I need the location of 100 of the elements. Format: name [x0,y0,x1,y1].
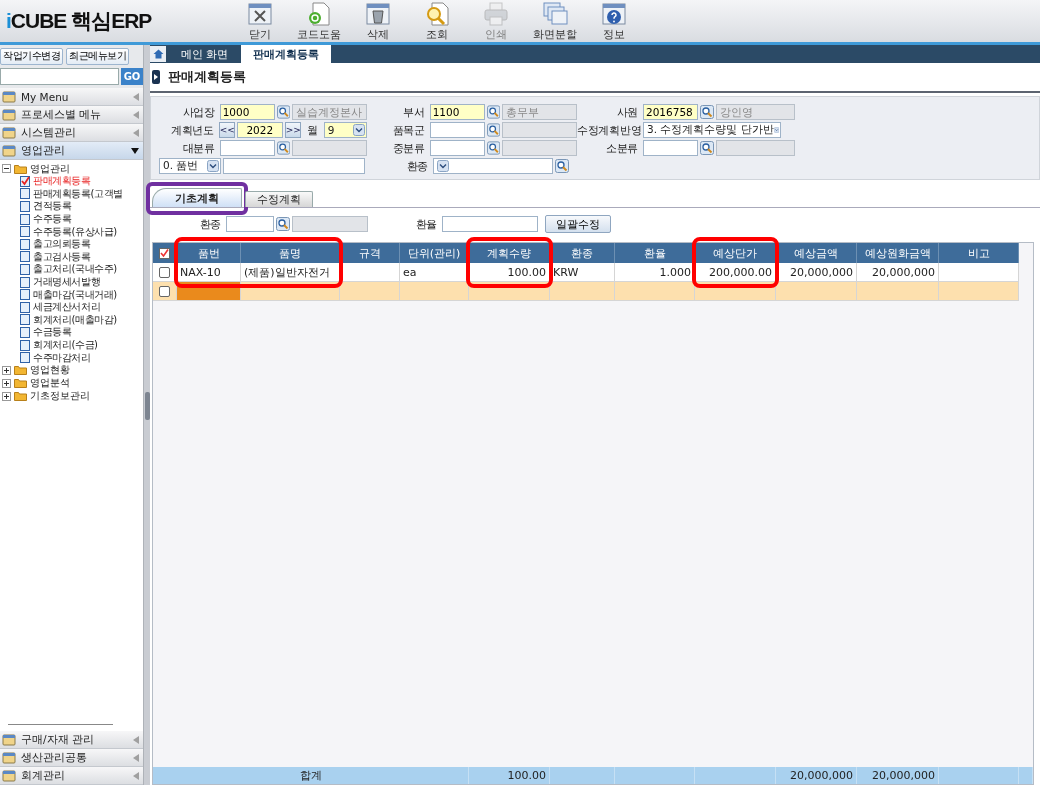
menu-section[interactable]: My Menu [0,88,143,106]
column-header[interactable]: 규격 [340,243,400,263]
tree-item[interactable]: 수주등록 [2,212,143,226]
code-field[interactable] [219,140,275,156]
column-header[interactable]: 예상금액 [776,243,857,263]
column-header[interactable]: 품번 [177,243,241,263]
search-type-select[interactable]: 0. 품번 [159,158,221,174]
next-button[interactable]: >> [284,122,301,138]
code-field[interactable] [429,122,485,138]
rate-field[interactable] [442,216,538,232]
toolbar-button[interactable]: 화면분할 [525,0,584,42]
tree-item[interactable]: 출고처리(국내수주) [2,263,143,276]
home-button[interactable] [150,46,166,62]
search-icon[interactable] [700,141,714,155]
code-field[interactable] [429,140,485,156]
menu-section[interactable]: 회계관리 [0,767,143,785]
splitter-handle[interactable] [144,392,150,420]
go-button[interactable]: GO [121,68,143,85]
menu-icon [2,90,16,103]
toolbar-button[interactable]: 삭제 [348,0,407,42]
menu-section[interactable]: 영업관리 [0,142,143,160]
expand-icon[interactable] [2,365,11,375]
expand-icon[interactable] [2,391,11,401]
toolbar-button[interactable]: 코드도움 [289,0,348,42]
option-select[interactable]: 3. 수정계획수량및 단가반 [643,122,781,138]
sidebar-button[interactable]: 작업기수변경 [0,48,63,65]
field-label: 사원 [615,104,639,120]
toolbar-button[interactable]: 정보 [584,0,643,42]
currency-field[interactable] [226,216,274,232]
tab[interactable]: 기초계획 [152,188,242,207]
column-header[interactable]: 품명 [241,243,340,263]
search-icon[interactable] [486,105,500,119]
search-icon[interactable] [276,141,290,155]
month-select[interactable]: 9 [323,122,367,138]
tree-item[interactable]: 판매계획등록(고객별 [2,187,143,201]
document-icon [20,251,30,263]
tab[interactable]: 판매계획등록 [240,45,331,63]
menu-search-field[interactable] [0,68,119,85]
bulk-edit-button[interactable]: 일괄수정 [545,215,611,233]
tree-item[interactable]: 수금등록 [2,326,143,339]
toolbar-button[interactable]: 닫기 [230,0,289,42]
tree-item[interactable]: 판매계획등록 [2,175,143,188]
tree-item[interactable]: 수주등록(유상사급) [2,225,143,238]
column-header[interactable]: 비고 [939,243,1019,263]
trash-icon [363,0,392,26]
tree-item[interactable]: 견적등록 [2,200,143,213]
toolbar-button[interactable]: 조회 [407,0,466,42]
name-field: 강인영 [716,104,795,120]
code-field[interactable]: 1000 [219,104,275,120]
select-all-checkbox[interactable] [159,247,170,259]
code-field[interactable] [643,140,698,156]
code-field[interactable]: 2016758 [643,104,698,120]
tree-item[interactable]: 매출마감(국내거래) [2,288,143,301]
column-header[interactable]: 환종 [550,243,615,263]
page-title: 판매계획등록 [168,68,246,86]
folder-icon [14,163,27,174]
tree-item[interactable]: 영업분석 [30,376,70,391]
sidebar-button[interactable]: 최근메뉴보기 [66,48,129,65]
column-header[interactable]: 예상단가 [695,243,776,263]
field-label: 중분류 [391,140,426,156]
tree-item[interactable]: 출고검사등록 [2,250,143,264]
search-field[interactable] [223,158,365,174]
menu-section[interactable]: 구매/자재 관리 [0,731,143,749]
tree-item[interactable]: 영업관리 [30,161,70,176]
tree-item[interactable]: 수주마감처리 [2,351,143,364]
tree-item[interactable]: 영업현황 [30,363,70,378]
tab[interactable]: 메인 화면 [169,45,241,63]
search-icon[interactable] [700,105,714,119]
search-icon[interactable] [555,159,569,173]
tab[interactable]: 수정계획 [245,191,313,207]
menu-section[interactable]: 프로세스별 메뉴 [0,106,143,124]
table-cell: 20,000,000 [776,263,857,282]
menu-section[interactable]: 시스템관리 [0,124,143,142]
column-header[interactable]: 계획수량 [469,243,550,263]
tree-item[interactable]: 회계처리(수금) [2,338,143,352]
tree-item[interactable]: 회계처리(매출마감) [2,313,143,327]
search-icon[interactable] [276,105,290,119]
field-label: 월 [305,122,319,138]
tree-item[interactable]: 출고의뢰등록 [2,237,143,251]
row-checkbox[interactable] [159,285,170,297]
tree-item[interactable]: 기초정보관리 [30,389,90,404]
checked-document-icon [20,175,30,187]
year-field[interactable]: 2022 [236,122,283,138]
column-header[interactable]: 예상원화금액 [857,243,939,263]
column-header[interactable]: 환율 [615,243,695,263]
expand-icon[interactable] [2,378,11,388]
menu-section[interactable]: 생산관리공통 [0,749,143,767]
field-label: 품목군 [391,122,426,138]
search-icon[interactable] [486,141,500,155]
tree-item[interactable]: 세금계산서처리 [2,300,143,314]
collapse-icon[interactable] [2,164,11,173]
search-icon[interactable] [276,217,290,231]
code-field[interactable]: 1100 [429,104,485,120]
column-header[interactable]: 단위(관리) [400,243,469,263]
previous-button[interactable]: << [218,122,235,138]
tree-item[interactable]: 거래명세서발행 [2,275,143,289]
row-checkbox[interactable] [159,266,170,278]
search-icon[interactable] [486,123,500,137]
field-label: 환종 [198,216,222,232]
field-label: 사업장 [181,104,216,120]
